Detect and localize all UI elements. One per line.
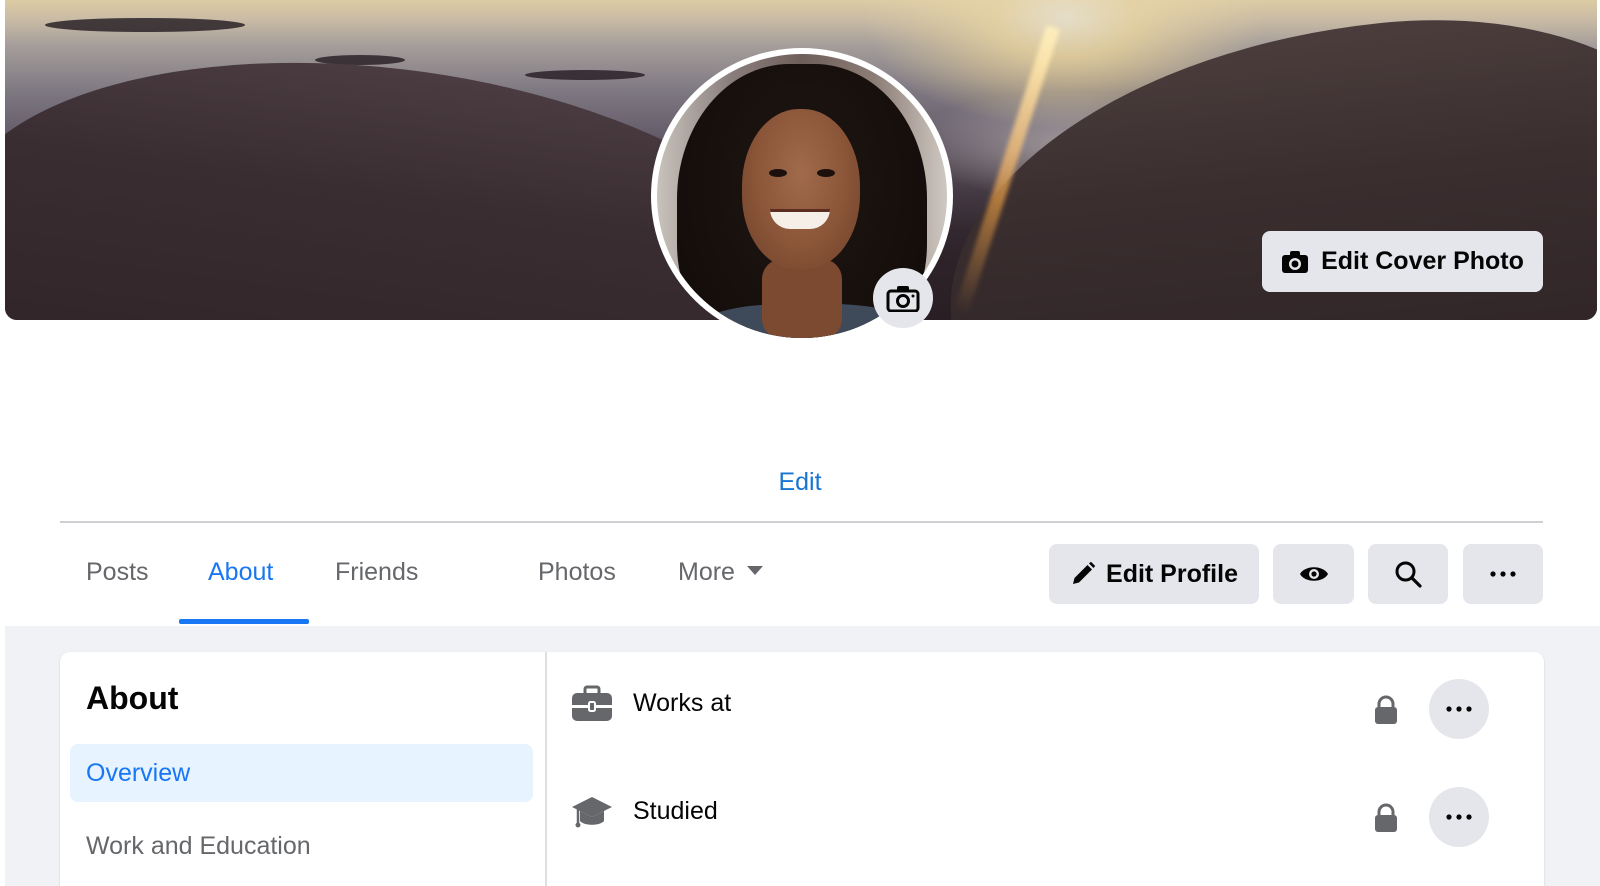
tab-more-label: More bbox=[678, 558, 735, 586]
work-options-button[interactable] bbox=[1429, 679, 1489, 739]
about-row-work: Works at bbox=[570, 679, 1500, 749]
search-icon bbox=[1395, 561, 1422, 588]
ellipsis-icon bbox=[1446, 814, 1472, 820]
tab-photos[interactable]: Photos bbox=[538, 558, 616, 587]
ellipsis-icon bbox=[1490, 571, 1516, 577]
studied-label: Studied bbox=[633, 797, 718, 825]
tab-about[interactable]: About bbox=[208, 558, 273, 587]
view-as-button[interactable] bbox=[1273, 544, 1354, 604]
eye-icon bbox=[1299, 567, 1328, 581]
ellipsis-icon bbox=[1446, 706, 1472, 712]
active-tab-indicator bbox=[179, 619, 309, 624]
edit-cover-photo-label: Edit Cover Photo bbox=[1321, 247, 1524, 275]
camera-icon bbox=[1282, 250, 1309, 273]
update-profile-picture-button[interactable] bbox=[873, 268, 933, 328]
photo-neck bbox=[762, 259, 842, 338]
search-profile-button[interactable] bbox=[1368, 544, 1448, 604]
about-section-title: About bbox=[86, 680, 179, 716]
sidebar-item-overview[interactable]: Overview bbox=[70, 744, 533, 802]
pencil-icon bbox=[1073, 561, 1096, 584]
lock-icon[interactable] bbox=[1373, 803, 1399, 833]
education-options-button[interactable] bbox=[1429, 787, 1489, 847]
tab-posts[interactable]: Posts bbox=[86, 558, 149, 587]
about-card-divider bbox=[545, 652, 547, 886]
sidebar-item-work-and-education[interactable]: Work and Education bbox=[70, 817, 533, 875]
caret-down-icon bbox=[746, 565, 763, 575]
cover-rock bbox=[525, 70, 645, 80]
graduation-cap-icon bbox=[572, 797, 612, 828]
cover-rock bbox=[45, 18, 245, 32]
edit-bio-link[interactable]: Edit bbox=[740, 468, 860, 497]
about-row-education: Studied bbox=[570, 787, 1500, 857]
tab-friends[interactable]: Friends bbox=[335, 558, 418, 587]
photo-eye bbox=[817, 169, 835, 177]
edit-profile-label: Edit Profile bbox=[1106, 559, 1238, 588]
photo-face bbox=[742, 109, 860, 269]
header-divider bbox=[60, 521, 1543, 523]
briefcase-icon bbox=[572, 685, 612, 721]
works-at-label: Works at bbox=[633, 689, 732, 717]
tab-more[interactable]: More bbox=[678, 558, 763, 587]
camera-icon bbox=[886, 286, 920, 312]
photo-eye bbox=[769, 169, 787, 177]
edit-profile-button[interactable]: Edit Profile bbox=[1049, 544, 1259, 604]
more-options-button[interactable] bbox=[1463, 544, 1543, 604]
edit-cover-photo-button[interactable]: Edit Cover Photo bbox=[1262, 231, 1543, 292]
lock-icon[interactable] bbox=[1373, 695, 1399, 725]
